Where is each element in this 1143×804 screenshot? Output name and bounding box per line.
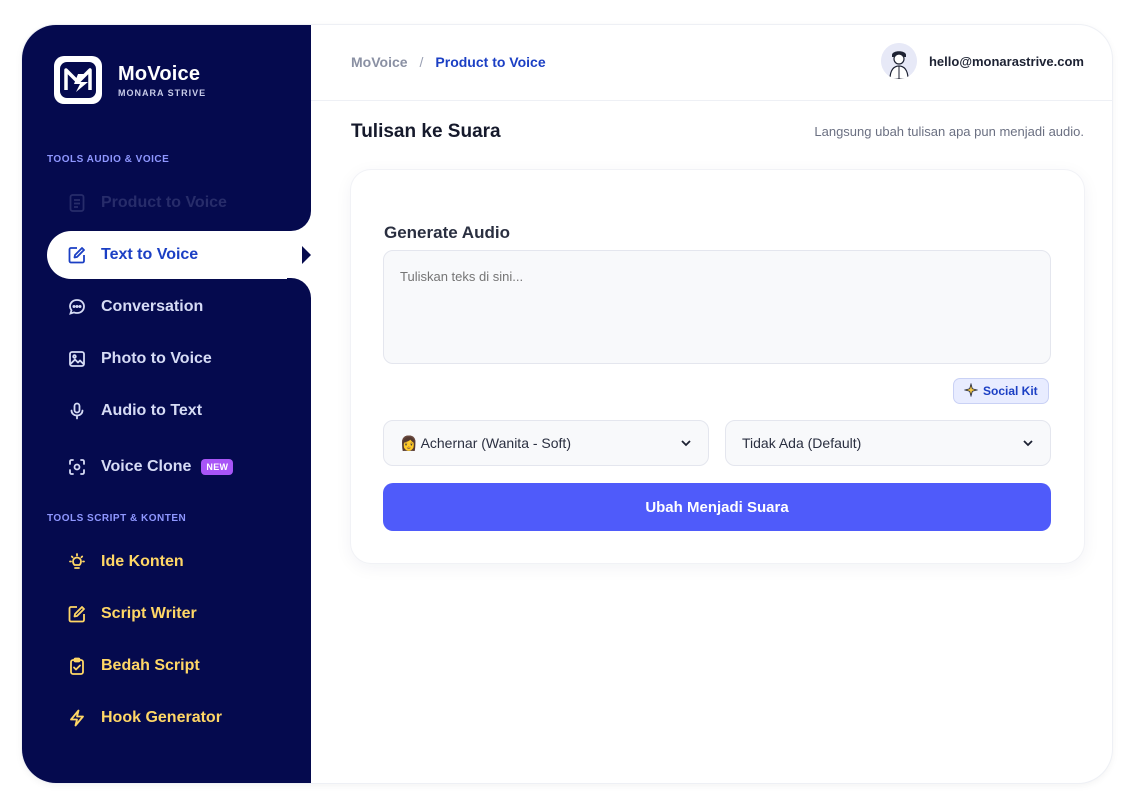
- convert-to-voice-button[interactable]: Ubah Menjadi Suara: [383, 483, 1051, 531]
- convert-button-label-part2: Menjadi Suara: [682, 498, 789, 516]
- sidebar-item-label: Bedah Script: [101, 657, 200, 674]
- app-window: MoVoice MONARA STRIVE TOOLS AUDIO & VOIC…: [22, 25, 1112, 783]
- lightbulb-icon: [67, 552, 87, 572]
- sidebar-item-label: Audio to Text: [101, 402, 203, 419]
- sidebar-item-text-to-voice[interactable]: Text to Voice: [47, 231, 312, 279]
- clipboard-check-icon: [67, 656, 87, 676]
- active-indicator: [302, 246, 311, 264]
- active-tab-curve-top: [287, 211, 311, 231]
- new-badge: NEW: [201, 459, 234, 475]
- sidebar-item-label: Text to Voice: [101, 246, 199, 263]
- card-title: Generate Audio: [384, 223, 510, 242]
- avatar[interactable]: [880, 43, 917, 79]
- sidebar-item-label: Photo to Voice: [101, 350, 212, 367]
- voice-select[interactable]: 👩 Achernar (Wanita - Soft): [383, 420, 709, 466]
- sidebar-item-conversation[interactable]: Conversation: [47, 283, 312, 331]
- chevron-down-icon: [681, 440, 691, 447]
- social-kit-label: Social Kit: [983, 384, 1038, 398]
- brand-subtitle: MONARA STRIVE: [118, 87, 207, 98]
- sidebar-item-product-to-voice[interactable]: Product to Voice: [47, 179, 312, 227]
- sidebar-item-audio-to-text[interactable]: Audio to Text: [47, 387, 312, 435]
- section-label-audio: TOOLS AUDIO & VOICE: [47, 154, 170, 165]
- user-email: hello@monarastrive.com: [928, 53, 1084, 69]
- section-label-script: TOOLS SCRIPT & KONTEN: [47, 513, 187, 524]
- movoice-logo: [54, 56, 102, 104]
- brand-name: MoVoice: [118, 62, 201, 85]
- sparkle-icon: [963, 381, 979, 400]
- sidebar-item-voice-clone[interactable]: Voice Clone NEW: [47, 443, 312, 491]
- breadcrumb-current[interactable]: Product to Voice: [435, 54, 545, 70]
- sidebar-item-label: Conversation: [101, 298, 204, 315]
- woman-emoji-icon: 👩: [400, 434, 418, 451]
- voice-clone-icon: [67, 457, 87, 477]
- sidebar-item-label: Voice Clone: [101, 458, 192, 475]
- sidebar-item-label: Ide Konten: [101, 553, 184, 570]
- sidebar-item-script-writer[interactable]: Script Writer: [47, 590, 312, 638]
- document-icon: [67, 193, 87, 213]
- sidebar-item-bedah-script[interactable]: Bedah Script: [47, 642, 312, 690]
- sidebar-item-ide-konten[interactable]: Ide Konten: [47, 538, 312, 586]
- voice-select-value: 👩 Achernar (Wanita - Soft): [400, 434, 571, 451]
- lightning-icon: [67, 708, 87, 728]
- text-input[interactable]: [383, 250, 1051, 364]
- microphone-icon: [67, 401, 87, 421]
- main-content: MoVoice / Product to Voice hello@monaras…: [311, 25, 1112, 783]
- sidebar-item-label: Hook Generator: [101, 709, 222, 726]
- breadcrumb-root[interactable]: MoVoice: [351, 54, 408, 70]
- convert-button-label-part1: Ubah: [645, 498, 683, 516]
- breadcrumb: MoVoice / Product to Voice: [351, 54, 546, 70]
- social-kit-button[interactable]: Social Kit: [953, 378, 1049, 404]
- sidebar-item-photo-to-voice[interactable]: Photo to Voice: [47, 335, 312, 383]
- sidebar: MoVoice MONARA STRIVE TOOLS AUDIO & VOIC…: [22, 25, 312, 783]
- style-select[interactable]: Tidak Ada (Default): [725, 420, 1051, 466]
- brand[interactable]: MoVoice MONARA STRIVE: [54, 56, 206, 104]
- page-title: Tulisan ke Suara: [351, 121, 501, 142]
- generate-audio-card: Generate Audio Social Kit 👩 Achernar (Wa…: [351, 170, 1084, 563]
- chevron-down-icon: [1023, 440, 1033, 447]
- edit-icon: [67, 604, 87, 624]
- sidebar-item-hook-generator[interactable]: Hook Generator: [47, 694, 312, 742]
- sidebar-item-label: Script Writer: [101, 605, 197, 622]
- top-bar: MoVoice / Product to Voice hello@monaras…: [311, 25, 1112, 101]
- page-description: Langsung ubah tulisan apa pun menjadi au…: [814, 124, 1084, 139]
- user-menu[interactable]: hello@monarastrive.com: [880, 43, 1084, 79]
- image-icon: [67, 349, 87, 369]
- edit-icon: [67, 245, 87, 265]
- chat-bubble-icon: [67, 297, 87, 317]
- sidebar-item-label: Product to Voice: [101, 194, 227, 211]
- style-select-value: Tidak Ada (Default): [742, 435, 862, 451]
- breadcrumb-separator: /: [419, 54, 424, 70]
